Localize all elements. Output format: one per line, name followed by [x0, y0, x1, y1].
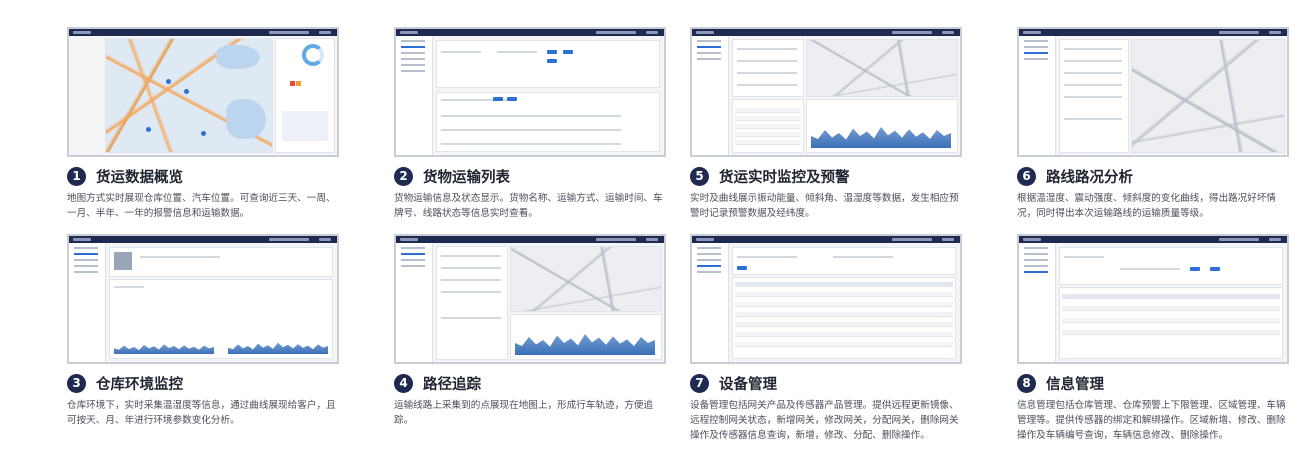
card-info-management: 8 信息管理 信息管理包括仓库管理、仓库预警上下限管理、区域管理、车辆管理等。提… — [1017, 234, 1289, 443]
card-description: 运输线路上采集到的点展现在地图上，形成行车轨迹，方便追踪。 — [394, 400, 654, 426]
card-device-management: 7 设备管理 设备管理包括网关产品及传感器产品管理。提供远程更新镜像、远程控制网… — [690, 234, 962, 443]
card-title: 路径追踪 — [423, 376, 481, 393]
card-title: 货运数据概览 — [96, 169, 183, 186]
card-route-tracking: 4 路径追踪 运输线路上采集到的点展现在地图上，形成行车轨迹，方便追踪。 — [394, 234, 666, 428]
card-number-badge: 3 — [67, 373, 86, 393]
card-number-badge: 1 — [67, 166, 86, 186]
card-title: 路线路况分析 — [1046, 169, 1133, 186]
card-title: 仓库环境监控 — [96, 376, 183, 393]
card-description: 货物运输信息及状态显示。货物名称、运输方式、运输时间、车牌号、线路状态等信息实时… — [394, 193, 663, 219]
card-freight-overview: 1 货运数据概览 地图方式实时展现仓库位置、汽车位置。可查询近三天、一周、一月、… — [67, 27, 339, 221]
screenshot-info-management — [1017, 234, 1289, 364]
screenshot-realtime-monitor — [690, 27, 962, 157]
card-description: 根据温湿度、震动强度、倾斜度的变化曲线，得出路况好坏情况，同时得出本次运输路线的… — [1017, 193, 1277, 219]
screenshot-freight-overview — [67, 27, 339, 157]
card-description: 地图方式实时展现仓库位置、汽车位置。可查询近三天、一周、一月、半年、一年的报警信… — [67, 193, 336, 219]
card-warehouse-monitor: 3 仓库环境监控 仓库环境下，实时采集温湿度等信息，通过曲线展现给客户，且可按天… — [67, 234, 339, 428]
card-description: 设备管理包括网关产品及传感器产品管理。提供远程更新镜像、远程控制网关状态，新增网… — [690, 400, 959, 441]
screenshot-cargo-list — [394, 27, 666, 157]
card-number-badge: 4 — [394, 373, 413, 393]
card-description: 信息管理包括仓库管理、仓库预警上下限管理、区域管理、车辆管理等。提供传感器的绑定… — [1017, 400, 1286, 441]
card-number-badge: 6 — [1017, 166, 1036, 186]
card-number-badge: 5 — [690, 166, 709, 186]
card-title: 货运实时监控及预警 — [719, 169, 850, 186]
card-realtime-monitor: 5 货运实时监控及预警 实时及曲线展示振动能量、倾斜角、温湿度等数据，发生相应预… — [690, 27, 962, 221]
card-number-badge: 2 — [394, 166, 413, 186]
card-title: 信息管理 — [1046, 376, 1104, 393]
card-title: 货物运输列表 — [423, 169, 510, 186]
card-cargo-list: 2 货物运输列表 货物运输信息及状态显示。货物名称、运输方式、运输时间、车牌号、… — [394, 27, 666, 221]
card-description: 实时及曲线展示振动能量、倾斜角、温湿度等数据，发生相应预警时记录预警数据及经纬度… — [690, 193, 959, 219]
screenshot-device-management — [690, 234, 962, 364]
card-number-badge: 7 — [690, 373, 709, 393]
card-number-badge: 8 — [1017, 373, 1036, 393]
map-area — [105, 38, 273, 153]
card-title: 设备管理 — [719, 376, 777, 393]
card-route-analysis: 6 路线路况分析 根据温湿度、震动强度、倾斜度的变化曲线，得出路况好坏情况，同时… — [1017, 27, 1289, 221]
screenshot-warehouse-monitor — [67, 234, 339, 364]
screenshot-route-analysis — [1017, 27, 1289, 157]
card-description: 仓库环境下，实时采集温湿度等信息，通过曲线展现给客户，且可按天、月、年进行环境参… — [67, 400, 336, 426]
screenshot-route-tracking — [394, 234, 666, 364]
